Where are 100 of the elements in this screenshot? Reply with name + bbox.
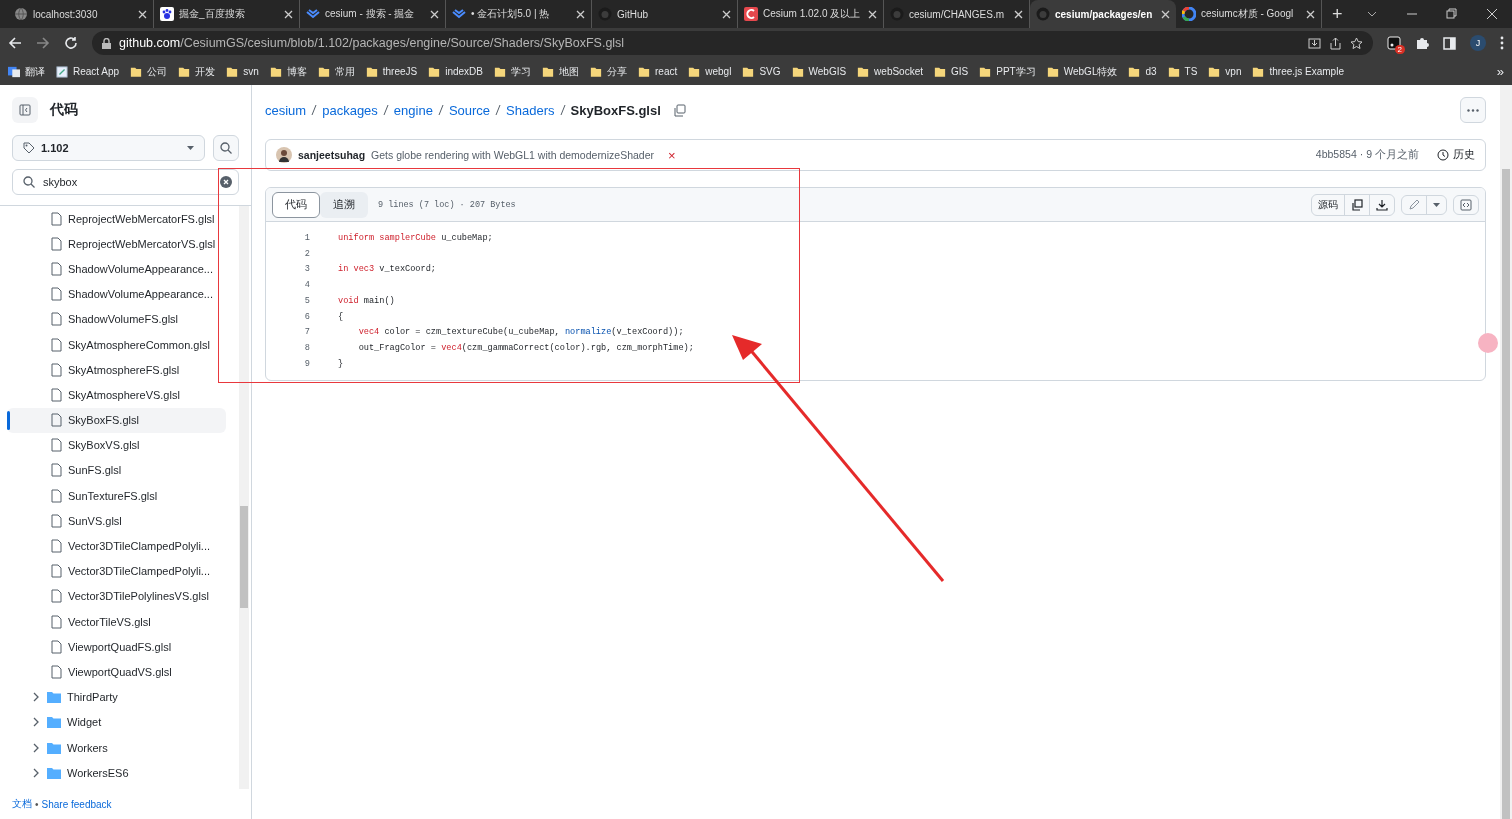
bookmark[interactable]: GIS: [934, 65, 969, 78]
restore-icon[interactable]: [1446, 8, 1458, 20]
file-item[interactable]: ReprojectWebMercatorVS.glsl: [7, 231, 226, 257]
close-icon[interactable]: [138, 9, 147, 19]
bookmark[interactable]: PPT学习: [979, 64, 1036, 79]
puzzle-icon[interactable]: [1415, 36, 1429, 50]
chevron-icon[interactable]: [31, 742, 41, 753]
browser-tab[interactable]: cesiumc材质 - Googl: [1176, 0, 1322, 28]
back-icon[interactable]: [8, 36, 22, 50]
bookmark[interactable]: WebGL特效: [1046, 64, 1118, 79]
bookmark[interactable]: indexDB: [428, 65, 483, 78]
view-tab[interactable]: 追溯: [320, 191, 368, 218]
close-icon[interactable]: [284, 9, 293, 19]
close-icon[interactable]: [868, 9, 877, 19]
scrollbar[interactable]: [239, 206, 249, 789]
scrollbar-thumb[interactable]: [1502, 169, 1510, 819]
reload-icon[interactable]: [64, 36, 78, 50]
browser-tab[interactable]: GitHub: [592, 0, 738, 28]
browser-tab[interactable]: 掘金_百度搜索: [154, 0, 300, 28]
close-icon[interactable]: [1306, 9, 1315, 19]
author-link[interactable]: sanjeetsuhag: [298, 149, 366, 161]
copy-icon[interactable]: [672, 103, 686, 117]
clear-icon[interactable]: [220, 176, 232, 188]
breadcrumb-link[interactable]: Source: [448, 102, 491, 118]
file-item[interactable]: ViewportQuadFS.glsl: [7, 634, 226, 660]
view-tab[interactable]: 代码: [272, 191, 320, 218]
docs-link[interactable]: 文档: [12, 797, 32, 811]
file-item[interactable]: SkyAtmosphereCommon.glsl: [7, 331, 226, 358]
file-item[interactable]: Vector3DTileClampedPolyli...: [7, 533, 226, 559]
file-item[interactable]: SkyBoxFS.glsl: [7, 407, 226, 433]
feedback-link[interactable]: Share feedback: [41, 798, 112, 810]
search-button[interactable]: [213, 135, 239, 161]
file-item[interactable]: SkyAtmosphereFS.glsl: [7, 357, 226, 383]
browser-tab[interactable]: Cesium 1.02.0 及以上: [738, 0, 884, 28]
bookmark[interactable]: threeJS: [365, 65, 418, 78]
file-item[interactable]: SunFS.glsl: [7, 457, 226, 484]
folder-item[interactable]: Widget: [7, 709, 226, 735]
file-item[interactable]: ViewportQuadVS.glsl: [7, 659, 226, 685]
status-mark[interactable]: ×: [668, 147, 676, 163]
bookmark[interactable]: 博客: [269, 64, 307, 79]
file-item[interactable]: ShadowVolumeFS.glsl: [7, 306, 226, 332]
install-icon[interactable]: [1308, 36, 1321, 50]
bookmark[interactable]: d3: [1128, 65, 1157, 78]
bookmark[interactable]: webSocket: [857, 65, 924, 78]
file-item[interactable]: Vector3DTileClampedPolyli...: [7, 558, 226, 584]
bookmark[interactable]: 翻译: [8, 64, 45, 79]
bookmark[interactable]: React App: [56, 65, 120, 78]
folder-item[interactable]: Workers: [7, 734, 226, 761]
bookmark[interactable]: 开发: [178, 64, 216, 79]
menu-icon[interactable]: [1500, 36, 1504, 50]
more-options-button[interactable]: [1460, 97, 1486, 123]
breadcrumb-link[interactable]: Shaders: [506, 102, 555, 118]
new-tab-button[interactable]: +: [1332, 3, 1343, 25]
bookmark[interactable]: webgl: [688, 65, 732, 78]
close-icon[interactable]: [1486, 8, 1498, 20]
commit-message[interactable]: Gets globe rendering with WebGL1 with demodernizeShader: [371, 149, 654, 161]
file-item[interactable]: SkyBoxVS.glsl: [7, 432, 226, 458]
bookmark[interactable]: 公司: [130, 64, 168, 79]
chevron-icon[interactable]: [31, 717, 41, 728]
share-icon[interactable]: [1329, 36, 1342, 50]
folder-item[interactable]: ThirdParty: [7, 684, 226, 710]
close-icon[interactable]: [722, 9, 731, 19]
branch-dropdown[interactable]: 1.102: [12, 135, 205, 161]
file-item[interactable]: SunVS.glsl: [7, 508, 226, 534]
close-icon[interactable]: [1161, 9, 1170, 19]
bookmark[interactable]: 地图: [542, 64, 579, 79]
more-bookmarks-button[interactable]: »: [1496, 64, 1504, 79]
raw-button[interactable]: 源码: [1312, 194, 1344, 215]
bookmark[interactable]: svn: [226, 65, 259, 78]
history-button[interactable]: 历史: [1437, 148, 1475, 162]
browser-tab[interactable]: localhost:3030: [8, 0, 154, 28]
browser-tab[interactable]: cesium/packages/en: [1030, 0, 1176, 28]
chevron-icon[interactable]: [31, 767, 41, 778]
close-icon[interactable]: [1014, 9, 1023, 19]
chevron-icon[interactable]: [31, 692, 41, 703]
bookmark[interactable]: 学习: [494, 64, 531, 79]
bookmark[interactable]: SVG: [742, 65, 781, 78]
file-item[interactable]: VectorTileVS.glsl: [7, 609, 226, 635]
browser-tab[interactable]: • 金石计划5.0 | 热: [446, 0, 592, 28]
symbols-button[interactable]: [1453, 194, 1479, 215]
file-item[interactable]: SkyAtmosphereVS.glsl: [7, 382, 226, 408]
bookmark[interactable]: WebGIS: [791, 65, 847, 78]
close-icon[interactable]: [430, 9, 439, 19]
folder-item[interactable]: WorkersES6: [7, 760, 226, 786]
commit-sha[interactable]: 4bb5854: [1315, 148, 1357, 162]
breadcrumb-link[interactable]: packages: [322, 102, 378, 118]
bookmark[interactable]: three.js Example: [1252, 65, 1344, 78]
filter-field[interactable]: skybox: [12, 169, 239, 195]
bookmark[interactable]: 分享: [590, 64, 627, 79]
file-item[interactable]: Vector3DTilePolylinesVS.glsl: [7, 583, 226, 609]
file-item[interactable]: SunTextureFS.glsl: [7, 483, 226, 509]
browser-tab[interactable]: cesium - 搜索 - 掘金: [300, 0, 446, 28]
side-panel-icon[interactable]: [1443, 36, 1456, 50]
address-bar[interactable]: github.com/CesiumGS/cesium/blob/1.102/packages/engine/Source/Shaders/SkyBoxFS.glsl: [92, 31, 1373, 55]
bookmark[interactable]: react: [638, 65, 678, 78]
bookmark[interactable]: TS: [1167, 65, 1198, 78]
profile-avatar[interactable]: J: [1470, 35, 1486, 51]
file-item[interactable]: ReprojectWebMercatorFS.glsl: [7, 206, 226, 232]
breadcrumb-link[interactable]: engine: [393, 102, 433, 118]
star-icon[interactable]: [1350, 36, 1363, 50]
